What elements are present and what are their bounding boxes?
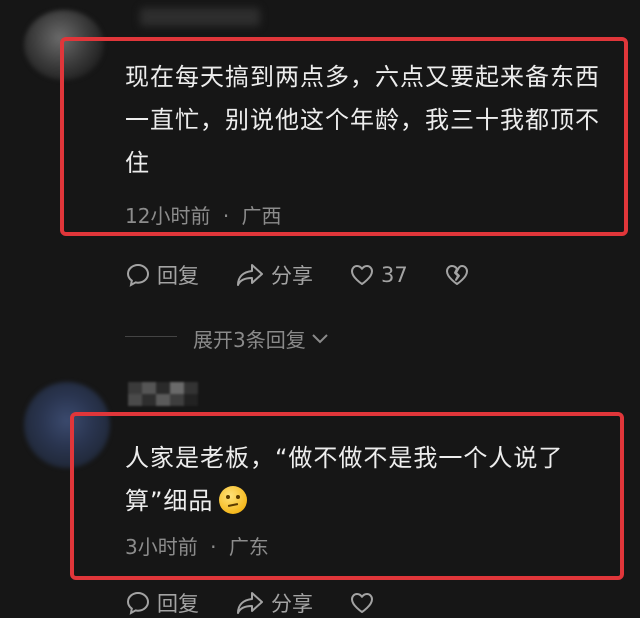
commenter-name-blurred <box>128 382 198 406</box>
comment-time: 3小时前 <box>125 535 198 559</box>
expand-divider-line <box>125 336 177 337</box>
expand-replies-button[interactable]: 展开3条回复 <box>193 324 330 353</box>
reply-icon <box>126 591 150 615</box>
share-label: 分享 <box>271 264 313 288</box>
share-button[interactable]: 分享 <box>235 588 313 618</box>
comment-text-1: 现在每天搞到两点多，六点又要起来备东西 一直忙，别说他这个年龄，我三十我都顶不 … <box>125 56 600 185</box>
heart-icon <box>351 265 373 285</box>
reply-button[interactable]: 回复 <box>125 588 199 618</box>
comment-meta-2: 3小时前 · 广东 <box>125 531 269 560</box>
chevron-down-icon <box>312 333 328 343</box>
comment-text-2: 人家是老板，“做不做不是我一个人说了 算”细品 <box>125 437 563 523</box>
meta-separator: · <box>210 535 217 559</box>
expand-replies-label: 展开3条回复 <box>193 328 306 352</box>
comment-line: 现在每天搞到两点多，六点又要起来备东西 <box>125 63 600 91</box>
comment-meta-1: 12小时前 · 广西 <box>125 200 282 229</box>
reply-label: 回复 <box>157 592 199 616</box>
meta-separator: · <box>222 204 230 228</box>
comment-location: 广西 <box>241 204 282 228</box>
comment-line: 一直忙，别说他这个年龄，我三十我都顶不 <box>125 106 600 134</box>
comment-location: 广东 <box>228 535 269 559</box>
dislike-button[interactable] <box>444 263 476 287</box>
share-button[interactable]: 分享 <box>235 260 313 290</box>
share-icon <box>237 592 263 614</box>
heart-icon <box>351 593 373 613</box>
broken-heart-icon <box>445 265 468 285</box>
comment-line: 算”细品 <box>125 480 563 523</box>
comment-line: 人家是老板，“做不做不是我一个人说了 <box>125 444 564 472</box>
thinking-face-emoji-icon <box>219 486 248 514</box>
comment-actions-2: 回复 分享 <box>125 588 417 618</box>
commenter-name-blurred <box>140 8 260 26</box>
share-icon <box>237 264 263 286</box>
reply-button[interactable]: 回复 <box>125 260 199 290</box>
share-label: 分享 <box>271 592 313 616</box>
comment-actions-1: 回复 分享 37 <box>125 260 512 290</box>
comment-line-text: 算”细品 <box>125 487 214 515</box>
like-button[interactable] <box>349 591 381 615</box>
reply-label: 回复 <box>157 264 199 288</box>
like-count: 37 <box>381 263 408 287</box>
comment-line: 住 <box>125 149 150 177</box>
reply-icon <box>126 263 150 287</box>
comment-time: 12小时前 <box>125 204 211 228</box>
like-button[interactable]: 37 <box>349 263 408 287</box>
